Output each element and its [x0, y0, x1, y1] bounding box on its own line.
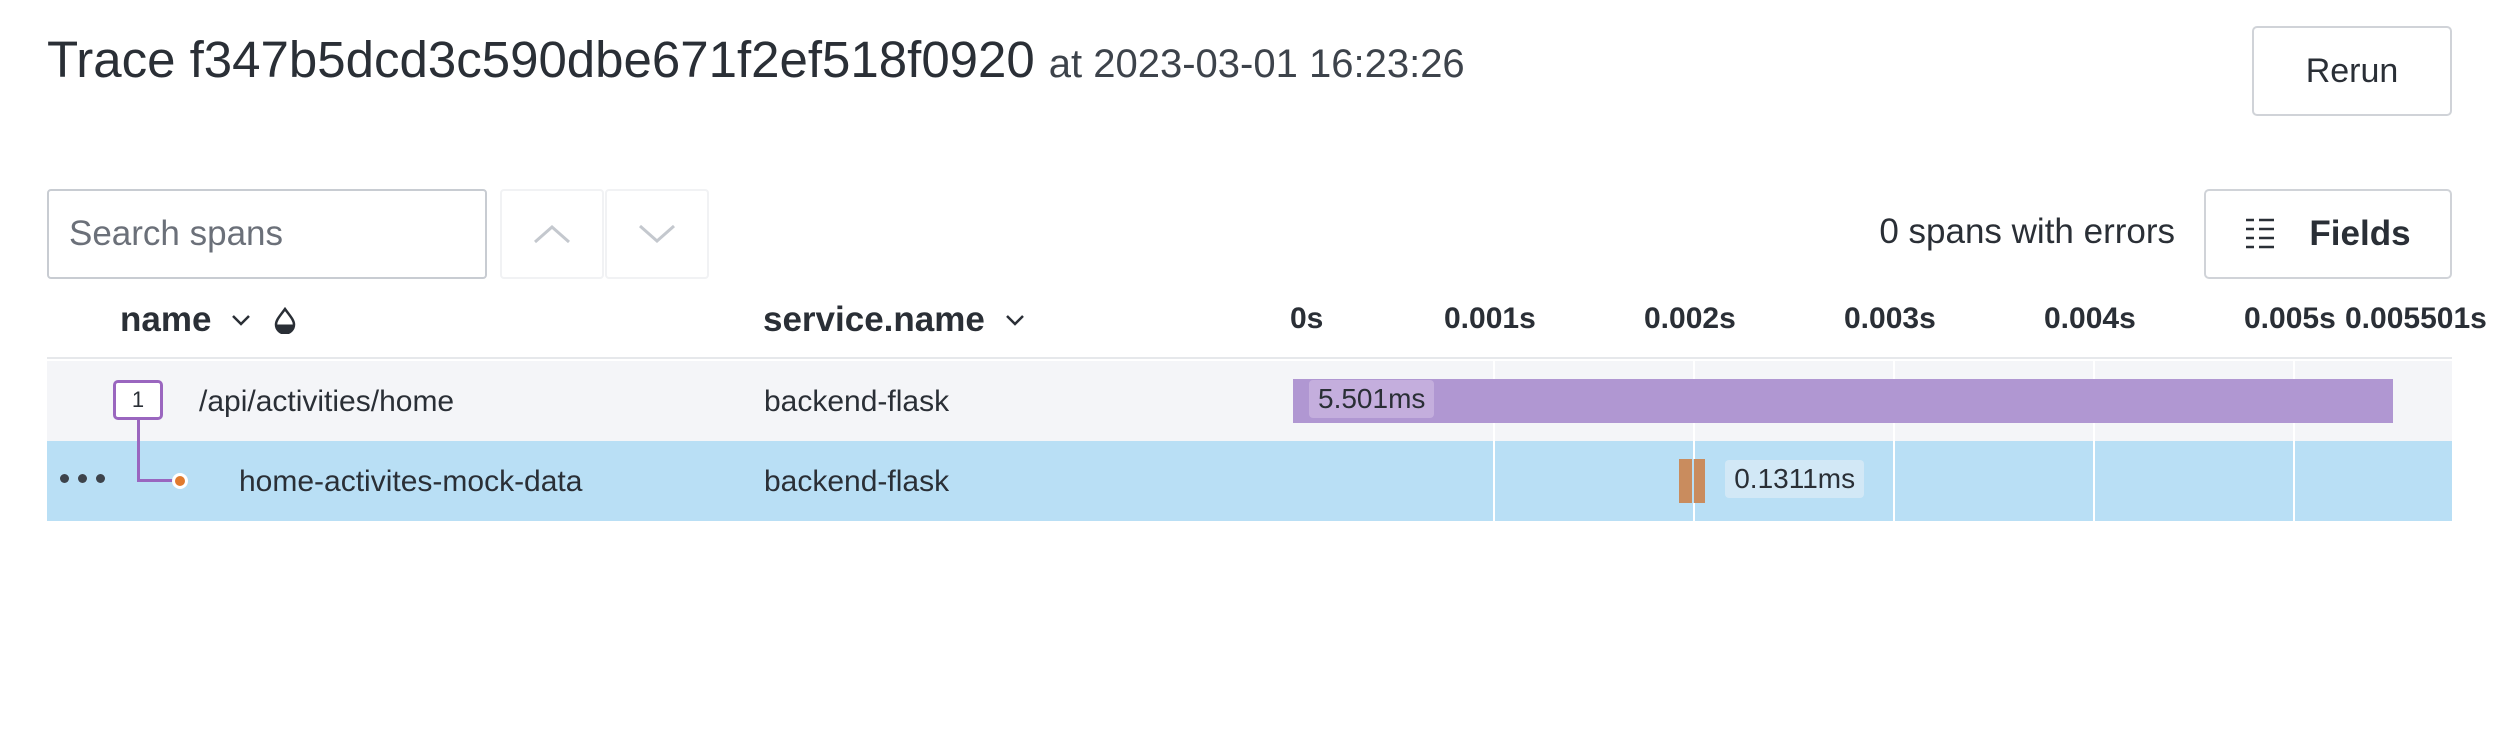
- previous-match-button[interactable]: [500, 189, 604, 279]
- chevron-down-icon: [639, 224, 675, 244]
- fields-button[interactable]: Fields: [2204, 189, 2452, 279]
- trace-header: Trace f347b5dcd3c590dbe671f2ef518f0920 a…: [47, 30, 1465, 89]
- trace-title: Trace f347b5dcd3c590dbe671f2ef518f0920: [47, 31, 1035, 88]
- chevron-down-icon[interactable]: [1005, 314, 1025, 326]
- timeline-tick: 0s: [1290, 302, 1324, 335]
- next-match-button[interactable]: [605, 189, 709, 279]
- span-service: backend-flask: [764, 465, 950, 498]
- chevron-up-icon: [534, 224, 570, 244]
- column-header-name[interactable]: name: [120, 300, 297, 340]
- timeline-tick: 0.005501s: [2345, 302, 2487, 335]
- drop-icon[interactable]: [273, 306, 297, 334]
- tree-connector: [137, 420, 140, 481]
- span-name[interactable]: /api/activities/home: [199, 385, 454, 419]
- header-divider: [47, 357, 2452, 359]
- columns-list-icon: [2245, 217, 2275, 251]
- ellipsis-dot: [78, 474, 87, 483]
- trace-view: Trace f347b5dcd3c590dbe671f2ef518f0920 a…: [0, 0, 2516, 732]
- span-bar-divider: [1692, 459, 1695, 503]
- more-options-icon[interactable]: [60, 474, 105, 483]
- timeline-tick: 0.003s: [1844, 302, 1936, 335]
- timeline-tick: 0.004s: [2044, 302, 2136, 335]
- search-spans-input[interactable]: [47, 189, 487, 279]
- span-service: backend-flask: [764, 385, 950, 418]
- span-duration-label: 5.501ms: [1309, 380, 1435, 418]
- rerun-button[interactable]: Rerun: [2252, 26, 2452, 116]
- ellipsis-dot: [60, 474, 69, 483]
- trace-timestamp: at 2023-03-01 16:23:26: [1048, 42, 1465, 86]
- span-status-dot: [172, 473, 188, 489]
- fields-label: Fields: [2309, 214, 2411, 253]
- ellipsis-dot: [96, 474, 105, 483]
- timeline-area: 5.501ms 0.1311ms: [1293, 361, 2452, 521]
- timeline-tick: 0.001s: [1444, 302, 1536, 335]
- span-duration-bar[interactable]: [1293, 379, 2394, 423]
- errors-count: 0 spans with errors: [1879, 212, 2175, 251]
- timeline-tick: 0.005s: [2244, 302, 2336, 335]
- timeline-tick: 0.002s: [1644, 302, 1736, 335]
- span-duration-label: 0.1311ms: [1725, 460, 1865, 498]
- column-header-service-label: service.name: [763, 300, 985, 339]
- chevron-down-icon[interactable]: [231, 314, 251, 326]
- span-name[interactable]: home-activites-mock-data: [239, 465, 582, 499]
- tree-connector: [137, 479, 175, 482]
- child-count-badge[interactable]: 1: [113, 380, 163, 420]
- column-header-name-label: name: [120, 300, 212, 339]
- column-header-service[interactable]: service.name: [763, 300, 1025, 340]
